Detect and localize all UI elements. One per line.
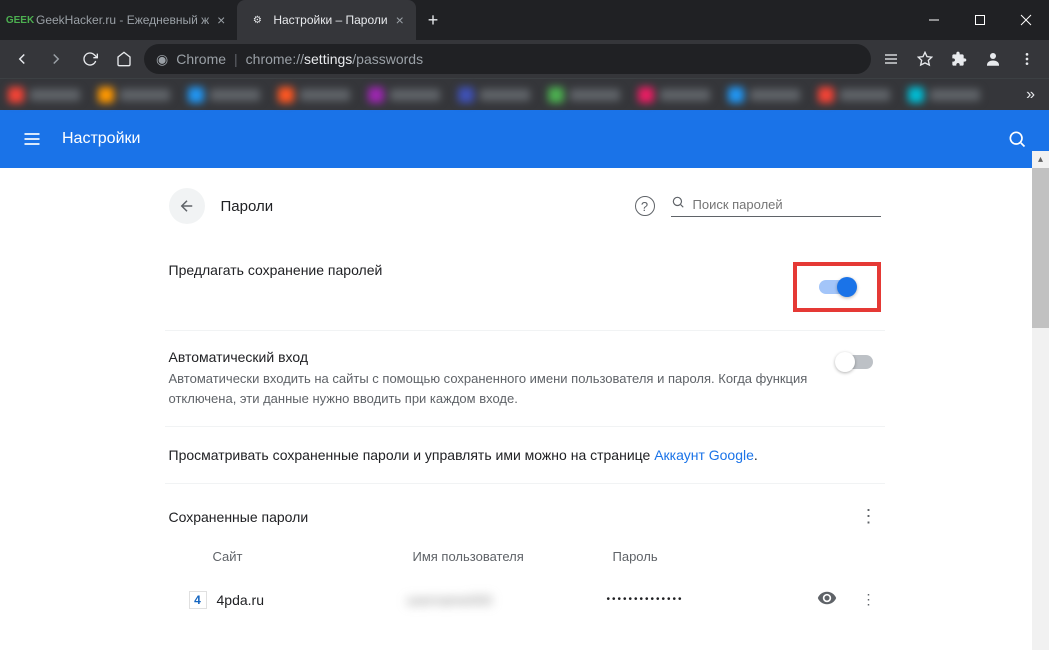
scroll-up-icon[interactable]: ▴ [1032,151,1049,168]
tab-title: Настройки – Пароли [273,13,387,27]
column-site: Сайт [213,549,413,564]
saved-passwords-title: Сохраненные пароли [169,509,309,525]
back-arrow-button[interactable] [169,188,205,224]
kebab-menu-icon[interactable]: ⋮ [857,506,881,527]
bookmark-item[interactable] [728,87,800,103]
bookmark-item[interactable] [908,87,980,103]
column-user: Имя пользователя [413,549,613,564]
bookmark-item[interactable] [548,87,620,103]
setting-description: Автоматически входить на сайты с помощью… [169,369,837,408]
gear-icon: ⚙ [249,12,265,28]
extensions-icon[interactable] [945,45,973,73]
back-button[interactable] [8,45,36,73]
hamburger-icon[interactable] [20,127,44,151]
help-icon[interactable]: ? [635,196,655,216]
bookmark-item[interactable] [8,87,80,103]
highlight-annotation [793,262,881,312]
auto-login-setting: Автоматический вход Автоматически входит… [165,331,885,427]
saved-passwords-header: Сохраненные пароли ⋮ [165,484,885,537]
chrome-icon: ◉ [156,51,168,68]
bookmarks-overflow-icon[interactable]: » [1026,86,1041,104]
search-icon [671,195,685,214]
scrollbar-track[interactable]: ▴ [1032,168,1049,650]
address-bar: ◉ Chrome | chrome://settings/passwords [0,40,1049,78]
omnibox-label: Chrome [176,51,226,67]
page-header: Пароли ? [165,180,885,244]
password-row[interactable]: 4 4pda.ru username000 •••••••••••••• ⋮ [165,576,885,623]
new-tab-button[interactable]: + [416,0,451,40]
bookmark-item[interactable] [638,87,710,103]
omnibox[interactable]: ◉ Chrome | chrome://settings/passwords [144,44,871,74]
password-search[interactable] [671,195,881,217]
setting-label: Автоматический вход [169,349,837,365]
offer-save-setting: Предлагать сохранение паролей [165,244,885,331]
browser-tab-active[interactable]: ⚙ Настройки – Пароли × [237,0,415,40]
content-area: Пароли ? Предлагать сохранение паролей А… [0,168,1049,650]
site-favicon: 4 [189,591,207,609]
column-password: Пароль [613,549,881,564]
menu-icon[interactable] [1013,45,1041,73]
row-password: •••••••••••••• [607,594,817,605]
search-icon[interactable] [1005,127,1029,151]
bookmarks-bar: » [0,78,1049,110]
bookmark-item[interactable] [368,87,440,103]
bookmark-item[interactable] [458,87,530,103]
scrollbar-thumb[interactable] [1032,168,1049,328]
bookmark-item[interactable] [188,87,260,103]
maximize-button[interactable] [957,0,1003,40]
manage-passwords-info: Просматривать сохраненные пароли и управ… [165,427,885,484]
close-icon[interactable]: × [217,12,225,28]
tab-title: GeekHacker.ru - Ежедневный ж [36,13,209,27]
reload-button[interactable] [76,45,104,73]
auto-login-toggle[interactable] [837,355,873,369]
header-title: Настройки [62,130,140,148]
tab-favicon: GEEK [12,12,28,28]
profile-icon[interactable] [979,45,1007,73]
table-header: Сайт Имя пользователя Пароль [165,537,885,576]
bookmark-item[interactable] [818,87,890,103]
search-input[interactable] [693,197,881,212]
row-username: username000 [407,592,607,608]
row-kebab-icon[interactable]: ⋮ [857,591,881,608]
close-button[interactable] [1003,0,1049,40]
settings-header: Настройки [0,110,1049,168]
bookmark-item[interactable] [98,87,170,103]
show-password-icon[interactable] [817,588,837,611]
minimize-button[interactable] [911,0,957,40]
reading-list-icon[interactable] [877,45,905,73]
bookmark-item[interactable] [278,87,350,103]
bookmark-star-icon[interactable] [911,45,939,73]
browser-tab[interactable]: GEEK GeekHacker.ru - Ежедневный ж × [0,0,237,40]
window-titlebar: GEEK GeekHacker.ru - Ежедневный ж × ⚙ На… [0,0,1049,40]
close-icon[interactable]: × [396,12,404,28]
omnibox-url: chrome://settings/passwords [246,51,423,67]
setting-label: Предлагать сохранение паролей [169,262,793,278]
divider: | [234,51,238,67]
google-account-link[interactable]: Аккаунт Google [654,447,754,463]
window-controls [911,0,1049,40]
page-title: Пароли [221,198,274,215]
forward-button[interactable] [42,45,70,73]
home-button[interactable] [110,45,138,73]
row-site: 4pda.ru [217,592,407,608]
offer-save-toggle[interactable] [819,280,855,294]
